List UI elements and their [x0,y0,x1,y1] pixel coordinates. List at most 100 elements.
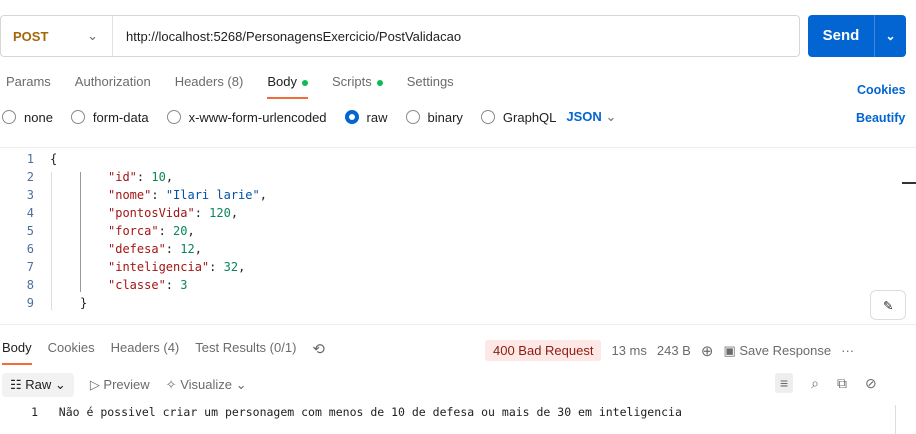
comma: , [165,170,174,184]
chevron-down-icon: ⌄ [87,28,98,43]
preview-button[interactable]: ▷ Preview [90,377,150,393]
json-value: 3 [180,278,188,292]
indent-guide [51,172,52,310]
visualize-button[interactable]: ✧ Visualize ⌄ [166,377,247,393]
tab-scripts[interactable]: Scripts [332,74,383,99]
radio-circle [480,110,495,124]
response-actions: ≡ ⌕ ⧉ ⊘ [775,373,877,393]
json-value: 20 [173,224,188,238]
send-button[interactable]: Send ⌄ [808,15,906,57]
body-type-radios: none form-data x-www-form-urlencoded raw… [2,109,616,125]
scrollbar[interactable] [902,182,916,184]
view-select[interactable]: ☷ Raw ⌄ [2,373,74,397]
response-time: 13 ms [611,343,647,358]
response-meta: 400 Bad Request 13 ms 243 B ⊕ ▣ Save Res… [485,340,854,361]
tab-headers[interactable]: Headers (8) [175,74,244,99]
json-key: "defesa" [108,242,166,256]
status-badge: 400 Bad Request [485,340,602,361]
comma: , [230,206,239,220]
tab-params[interactable]: Params [6,74,51,99]
line-number: 7 [26,260,34,274]
line-number: 5 [26,224,34,238]
response-toolbar: ☷ Raw ⌄ ▷ Preview ✧ Visualize ⌄ [2,373,247,397]
radio-circle [2,110,16,124]
response-body: 1 Não é possivel criar um personagem com… [31,405,682,419]
code-line: "nome": "Ilari larie", [108,188,267,202]
json-value: 32 [223,260,239,274]
line-number: 9 [26,296,34,310]
radio-raw[interactable]: raw [344,110,388,125]
tab-response-cookies[interactable]: Cookies [48,340,95,365]
more-icon[interactable]: ··· [841,343,854,358]
chevron-down-icon: ⌄ [605,109,617,124]
tab-response-headers[interactable]: Headers (4) [111,340,180,365]
comma: , [194,242,202,256]
scrollbar[interactable] [895,405,896,434]
url-input[interactable]: http://localhost:5268/PersonagensExercic… [113,29,461,44]
tab-authorization[interactable]: Authorization [75,74,151,99]
globe-icon[interactable]: ⊕ [701,342,714,360]
radio-binary[interactable]: binary [405,110,463,125]
line-number: 3 [26,188,34,202]
request-bar: POST ⌄ http://localhost:5268/PersonagensE… [0,15,800,57]
response-text: Não é possivel criar um personagem com m… [58,405,682,419]
radio-circle [70,110,85,124]
dot-indicator [301,79,308,86]
json-key: "pontosVida" [108,206,195,220]
json-value: 12 [180,242,195,256]
json-key: "forca" [108,224,159,238]
radio-urlencoded[interactable]: x-www-form-urlencoded [166,110,327,125]
json-value: 120 [209,206,231,220]
radio-circle [405,110,420,124]
response-tabs: Body Cookies Headers (4) Test Results (0… [2,340,325,365]
tab-response-body[interactable]: Body [2,340,32,365]
tab-test-results[interactable]: Test Results (0/1) [195,340,296,365]
code-line: } [80,296,88,310]
radio-graphql[interactable]: GraphQL [480,110,556,125]
dot-indicator [376,79,383,86]
json-key: "inteligencia" [108,260,210,274]
format-select[interactable]: JSON ⌄ [566,109,616,125]
line-number: 1 [26,152,34,166]
json-key: "classe" [108,278,166,292]
tab-body[interactable]: Body [267,74,308,99]
code-line: "defesa": 12, [108,242,202,256]
json-value: "Ilari larie" [165,188,260,202]
code-line: "classe": 3 [108,278,188,292]
code-line: "id": 10, [108,170,174,184]
json-value: 10 [151,170,166,184]
chevron-down-icon[interactable]: ⌄ [875,29,906,43]
history-icon[interactable]: ⟲ [312,340,325,365]
save-response-button[interactable]: ▣ Save Response [723,343,831,359]
radio-form-data[interactable]: form-data [70,110,149,125]
beautify-link[interactable]: Beautify [856,111,905,125]
link-icon[interactable]: ⊘ [865,375,877,392]
radio-none[interactable]: none [2,110,53,125]
json-key: "id" [108,170,137,184]
body-editor[interactable]: ✎ 1 {2 "id": 10, 3 "nome": "Ilari larie", 4 "p… [0,147,916,325]
request-tabs: Params Authorization Headers (8) Body Sc… [6,74,454,99]
line-number: 8 [26,278,34,292]
radio-circle [344,110,359,124]
search-icon[interactable]: ⌕ [811,375,819,392]
tab-settings[interactable]: Settings [407,74,454,99]
comma: , [259,188,267,202]
indent-guide [80,172,81,292]
line-number: 2 [26,170,34,184]
ai-assist-icon[interactable]: ✎ [870,290,906,320]
copy-icon[interactable]: ⧉ [837,375,847,392]
code-line: "inteligencia": 32, [108,260,246,274]
line-number: 6 [26,242,34,256]
radio-circle [166,110,181,124]
wrap-icon[interactable]: ≡ [775,373,794,393]
cookies-link[interactable]: Cookies [857,83,906,97]
response-size: 243 B [656,343,691,358]
code-line: { [50,152,58,166]
comma: , [238,260,246,274]
comma: , [187,224,195,238]
method-select[interactable]: POST ⌄ [1,16,113,56]
line-number: 4 [26,206,34,220]
code-line: "pontosVida": 120, [108,206,239,220]
json-key: "nome" [108,188,152,202]
code-line: "forca": 20, [108,224,195,238]
